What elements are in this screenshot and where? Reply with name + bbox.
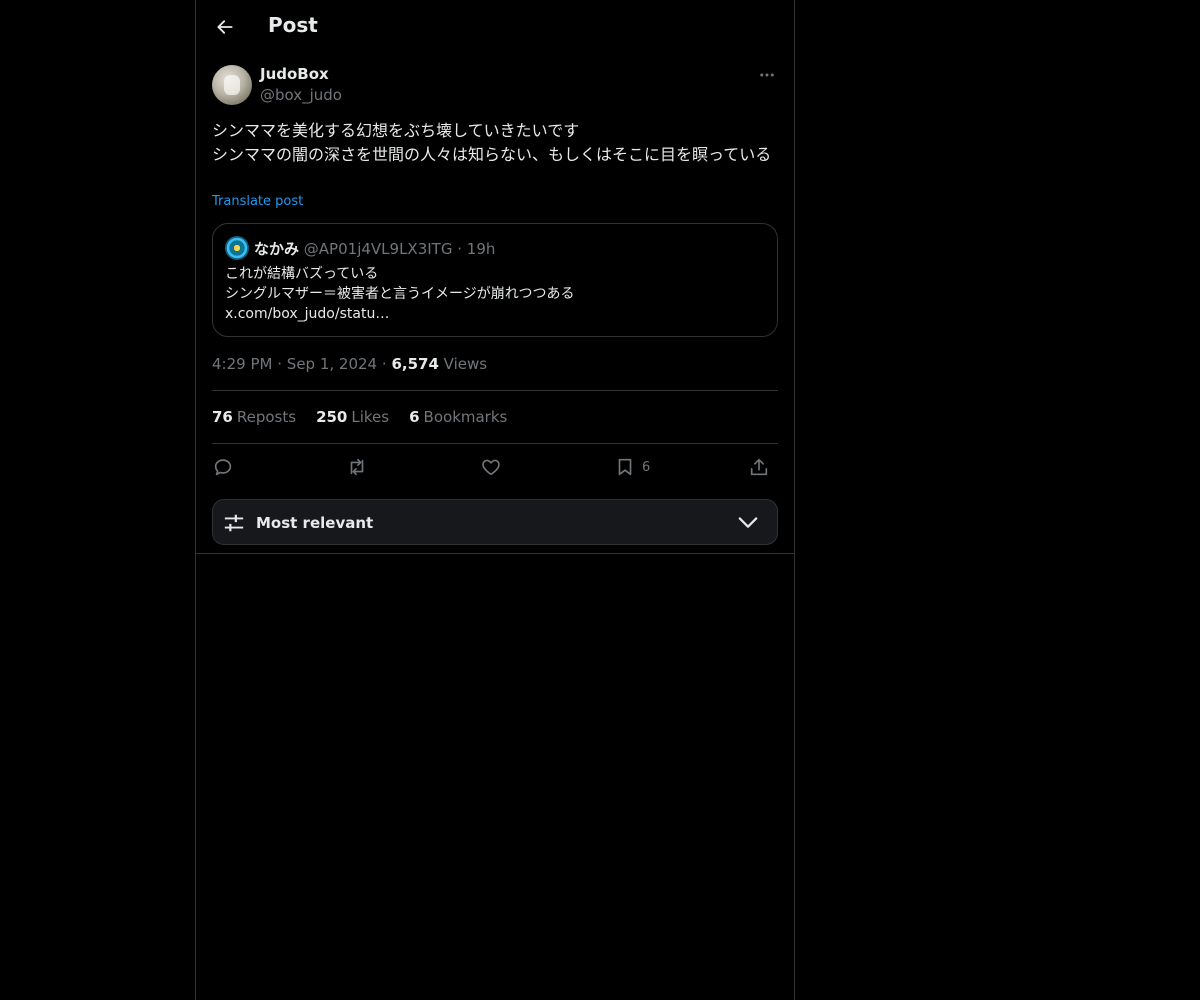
bookmarks-label: Bookmarks — [423, 408, 508, 426]
action-bar: 6 — [212, 452, 778, 482]
meta-separator: · — [277, 355, 283, 373]
heart-icon — [482, 459, 500, 476]
quoted-display-name[interactable]: なかみ — [254, 240, 299, 258]
post-text: シンママを美化する幻想をぶち壊していきたいです シンママの闇の深さを世間の人々は… — [212, 121, 772, 164]
bookmarks-stat[interactable]: 6 Bookmarks — [409, 408, 507, 426]
reposts-stat[interactable]: 76 Reposts — [212, 408, 296, 426]
bookmarks-count: 6 — [409, 408, 420, 426]
quoted-avatar[interactable] — [225, 236, 249, 260]
main-column: Post JudoBox @box_judo シンママを美化する幻想をぶち壊して… — [195, 0, 795, 1000]
likes-stat[interactable]: 250 Likes — [316, 408, 389, 426]
translate-post-link[interactable]: Translate post — [212, 194, 303, 209]
quoted-header: なかみ @AP01j4VL9LX3ITG · 19h — [254, 238, 495, 259]
repost-button[interactable] — [346, 454, 368, 480]
post-meta: 4:29 PM · Sep 1, 2024 · 6,574 Views — [212, 355, 487, 373]
bookmark-count: 6 — [642, 459, 651, 475]
quoted-timestamp[interactable]: 19h — [467, 240, 496, 258]
reply-button[interactable] — [212, 454, 234, 480]
sliders-icon — [224, 514, 244, 532]
post-date[interactable]: Sep 1, 2024 — [287, 355, 377, 373]
more-options-button[interactable] — [756, 64, 778, 86]
post-stats: 76 Reposts 250 Likes 6 Bookmarks — [212, 408, 507, 426]
chevron-down-icon — [738, 517, 758, 528]
post-time[interactable]: 4:29 PM — [212, 355, 272, 373]
bookmark-icon — [618, 458, 632, 476]
reply-icon — [214, 459, 232, 476]
page-title: Post — [268, 13, 318, 37]
bookmark-button[interactable]: 6 — [614, 454, 650, 480]
page-header: Post — [196, 0, 794, 54]
divider — [212, 443, 778, 444]
meta-separator: · — [381, 355, 387, 373]
likes-count: 250 — [316, 408, 348, 426]
quoted-separator: · — [457, 240, 463, 258]
quoted-text: これが結構バズっている シングルマザー＝被害者と言うイメージが崩れつつある x.… — [225, 266, 575, 322]
share-icon — [750, 458, 768, 476]
avatar[interactable] — [212, 65, 252, 105]
views-label: Views — [443, 355, 488, 373]
reposts-label: Reposts — [236, 408, 297, 426]
reposts-count: 76 — [212, 408, 233, 426]
back-button[interactable] — [210, 12, 240, 42]
author-display-name[interactable]: JudoBox — [260, 65, 329, 83]
views-count: 6,574 — [391, 355, 439, 373]
divider — [196, 553, 794, 554]
sort-label: Most relevant — [256, 514, 374, 532]
reply-sort-dropdown[interactable]: Most relevant — [212, 499, 778, 545]
post-author: JudoBox @box_judo — [212, 64, 778, 108]
quoted-post[interactable]: なかみ @AP01j4VL9LX3ITG · 19h これが結構バズっている シ… — [212, 223, 778, 337]
arrow-left-icon — [217, 20, 233, 34]
more-icon — [760, 73, 774, 77]
share-button[interactable] — [748, 454, 770, 480]
repost-icon — [350, 458, 364, 476]
divider — [212, 390, 778, 391]
likes-label: Likes — [351, 408, 390, 426]
like-button[interactable] — [480, 454, 502, 480]
author-handle[interactable]: @box_judo — [260, 86, 342, 104]
quoted-handle[interactable]: @AP01j4VL9LX3ITG — [304, 240, 453, 258]
